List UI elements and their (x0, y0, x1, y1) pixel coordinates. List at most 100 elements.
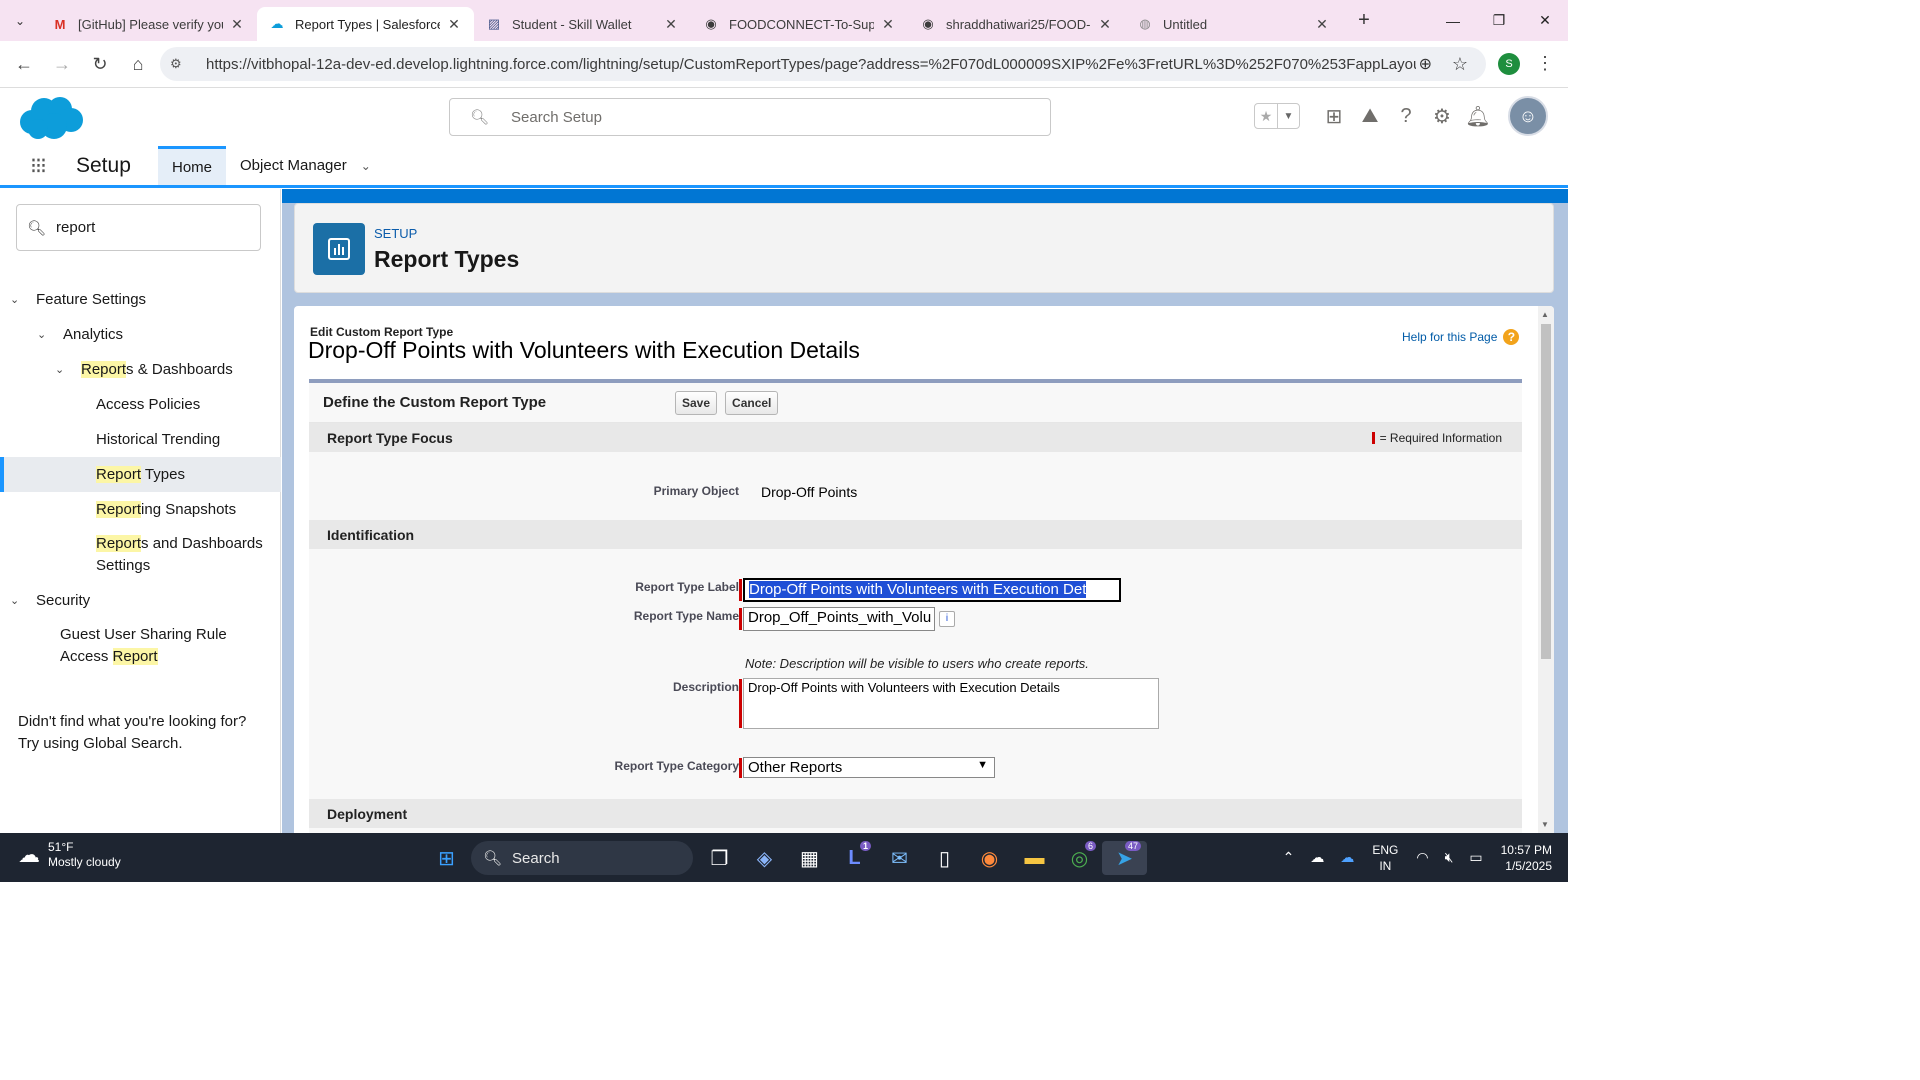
browser-menu-icon[interactable]: ⋮ (1536, 53, 1554, 74)
browser-tab-skill-wallet[interactable]: ▨ Student - Skill Wallet ✕ (474, 7, 691, 41)
language-indicator[interactable]: ENG IN (1372, 842, 1398, 874)
search-setup-input[interactable]: 🔍︎ Search Setup (449, 98, 1051, 136)
wifi-icon[interactable]: ◠ (1416, 849, 1428, 866)
browser-tab-gmail[interactable]: M [GitHub] Please verify your ✕ (40, 7, 257, 41)
chevron-down-icon[interactable]: ⌄ (55, 363, 71, 376)
close-tab-icon[interactable]: ✕ (663, 16, 679, 33)
battery-icon[interactable]: ▭ (1469, 849, 1482, 866)
favorites-dropdown-icon[interactable]: ▼ (1277, 104, 1299, 128)
tree-item-access-policies[interactable]: Access Policies (0, 387, 281, 422)
vertical-scrollbar[interactable]: ▲ ▼ (1538, 306, 1554, 833)
save-button[interactable]: Save (675, 390, 718, 415)
tree-item-report-types[interactable]: Report Types (0, 457, 281, 492)
github-icon: ◉ (705, 16, 717, 31)
bookmark-star-icon[interactable]: ☆ (1452, 54, 1468, 75)
weather-widget[interactable]: ☁ 51°F Mostly cloudy (18, 840, 121, 870)
close-tab-icon[interactable]: ✕ (229, 16, 245, 33)
close-tab-icon[interactable]: ✕ (880, 16, 896, 33)
tree-item-reports-dashboards[interactable]: ⌄ Reports & Dashboards (0, 352, 281, 387)
forward-icon[interactable]: → (44, 46, 80, 82)
tab-title: shraddhatiwari25/FOOD-C (946, 16, 1091, 32)
global-actions-icon[interactable]: ⊞ (1316, 104, 1352, 129)
back-icon[interactable]: ← (6, 46, 42, 82)
header-utility-icons: ★ ▼ ⊞ ⛰ ? ⚙ 🔔︎ ☺ (1254, 96, 1548, 136)
site-info-icon[interactable]: ⚙ (170, 56, 192, 72)
restore-icon[interactable]: ❐ (1476, 0, 1522, 41)
quick-find-value[interactable]: report (56, 219, 95, 236)
minimize-icon[interactable]: — (1430, 0, 1476, 41)
file-icon[interactable]: ▯ (922, 841, 967, 875)
favorites-star-icon[interactable]: ★ (1255, 104, 1277, 128)
zoom-icon[interactable]: ⊕ (1419, 54, 1432, 74)
app-name: Setup (76, 153, 131, 177)
onedrive-icon[interactable]: ☁ (1310, 849, 1324, 866)
chevron-down-icon[interactable]: ⌄ (37, 328, 53, 341)
user-avatar[interactable]: ☺ (1508, 96, 1548, 136)
clock-time: 10:57 PM (1500, 842, 1552, 857)
tree-item-analytics[interactable]: ⌄ Analytics (0, 317, 281, 352)
tab-search-icon[interactable]: ⌄ (0, 0, 40, 41)
clock[interactable]: 10:57 PM 1/5/2025 (1501, 842, 1552, 874)
scroll-up-icon[interactable]: ▲ (1541, 310, 1549, 319)
mail-icon[interactable]: ✉ (877, 841, 922, 875)
tree-item-reports-dashboards-settings[interactable]: Reports and Dashboards Settings (0, 527, 281, 583)
tree-item-historical-trending[interactable]: Historical Trending (0, 422, 281, 457)
chevron-down-icon[interactable]: ⌄ (10, 594, 26, 607)
chevron-down-icon[interactable]: ⌄ (10, 293, 26, 306)
report-type-category-select[interactable]: Other Reports ▼ (743, 757, 995, 778)
close-tab-icon[interactable]: ✕ (1314, 16, 1330, 33)
description-textarea[interactable]: Drop-Off Points with Volunteers with Exe… (743, 678, 1159, 729)
close-tab-icon[interactable]: ✕ (1097, 16, 1113, 33)
url-bar[interactable]: ⚙ https://vitbhopal-12a-dev-ed.develop.l… (160, 47, 1486, 81)
help-for-this-page-link[interactable]: Help for this Page ? (1402, 329, 1520, 345)
weather-desc: Mostly cloudy (48, 855, 121, 869)
telegram-icon[interactable]: ➤ 47 (1102, 841, 1147, 875)
browser-profile-avatar[interactable]: S (1498, 53, 1520, 75)
task-view-icon[interactable]: ❐ (697, 841, 742, 875)
tab-title: FOODCONNECT-To-Supply (729, 16, 874, 32)
tree-item-guest-user-sharing[interactable]: Guest User Sharing Rule Access Report (0, 618, 281, 674)
tree-item-reporting-snapshots[interactable]: Reporting Snapshots (0, 492, 281, 527)
nav-tab-object-manager[interactable]: Object Manager ⌄ (226, 146, 385, 185)
setup-gear-icon[interactable]: ⚙ (1424, 104, 1460, 129)
browser-tab-github-2[interactable]: ◉ shraddhatiwari25/FOOD-C ✕ (908, 7, 1125, 41)
cancel-button[interactable]: Cancel (725, 390, 779, 415)
app-launcher-icon[interactable]: ⁝⁝⁝ (30, 153, 64, 179)
new-tab-icon[interactable]: + (1348, 9, 1380, 32)
trailhead-icon[interactable]: ⛰ (1352, 105, 1388, 128)
close-tab-icon[interactable]: ✕ (446, 16, 462, 33)
tree-item-security[interactable]: ⌄ Security (0, 583, 281, 618)
firefox-icon[interactable]: ◉ (967, 841, 1012, 875)
required-marker (739, 758, 742, 778)
report-type-name-input[interactable]: Drop_Off_Points_with_Volu (743, 607, 935, 631)
scrollbar-thumb[interactable] (1541, 324, 1551, 659)
nav-tab-home[interactable]: Home (158, 146, 227, 185)
file-explorer-icon[interactable]: ▬ (1012, 841, 1057, 875)
info-icon[interactable]: i (939, 611, 955, 627)
salesforce-logo[interactable] (18, 96, 84, 145)
scroll-down-icon[interactable]: ▼ (1541, 820, 1549, 829)
taskbar-search[interactable]: 🔍︎ Search (471, 841, 693, 875)
url-text[interactable]: https://vitbhopal-12a-dev-ed.develop.lig… (206, 56, 1416, 73)
notifications-bell-icon[interactable]: 🔔︎ (1460, 104, 1496, 129)
quick-find-input[interactable]: 🔍︎ report (16, 204, 261, 251)
browser-tab-untitled[interactable]: ◍ Untitled ✕ (1125, 7, 1342, 41)
chevron-up-icon[interactable]: ⌃ (1283, 849, 1295, 866)
speaker-muted-icon[interactable]: 🔇︎ (1445, 849, 1454, 866)
not-found-line-2[interactable]: Try using Global Search. (18, 733, 246, 755)
chevron-down-icon[interactable]: ⌄ (361, 159, 371, 173)
close-window-icon[interactable]: ✕ (1522, 0, 1568, 41)
report-type-label-input[interactable]: Drop-Off Points with Volunteers with Exe… (743, 578, 1121, 602)
l-app-icon[interactable]: L1 (832, 841, 877, 875)
windows-start-icon[interactable]: ⊞ (424, 841, 469, 875)
help-icon[interactable]: ? (1388, 105, 1424, 128)
copilot-icon[interactable]: ◈ (742, 841, 787, 875)
chrome-icon[interactable]: ◎ 6 (1057, 841, 1102, 875)
home-icon[interactable]: ⌂ (120, 46, 156, 82)
store-icon[interactable]: ▦ (787, 841, 832, 875)
browser-tab-salesforce[interactable]: ☁ Report Types | Salesforce ✕ (257, 7, 474, 41)
reload-icon[interactable]: ↻ (82, 46, 118, 82)
browser-tab-github-1[interactable]: ◉ FOODCONNECT-To-Supply ✕ (691, 7, 908, 41)
tree-item-feature-settings[interactable]: ⌄ Feature Settings (0, 282, 281, 317)
onedrive-blue-icon[interactable]: ☁ (1340, 849, 1354, 866)
